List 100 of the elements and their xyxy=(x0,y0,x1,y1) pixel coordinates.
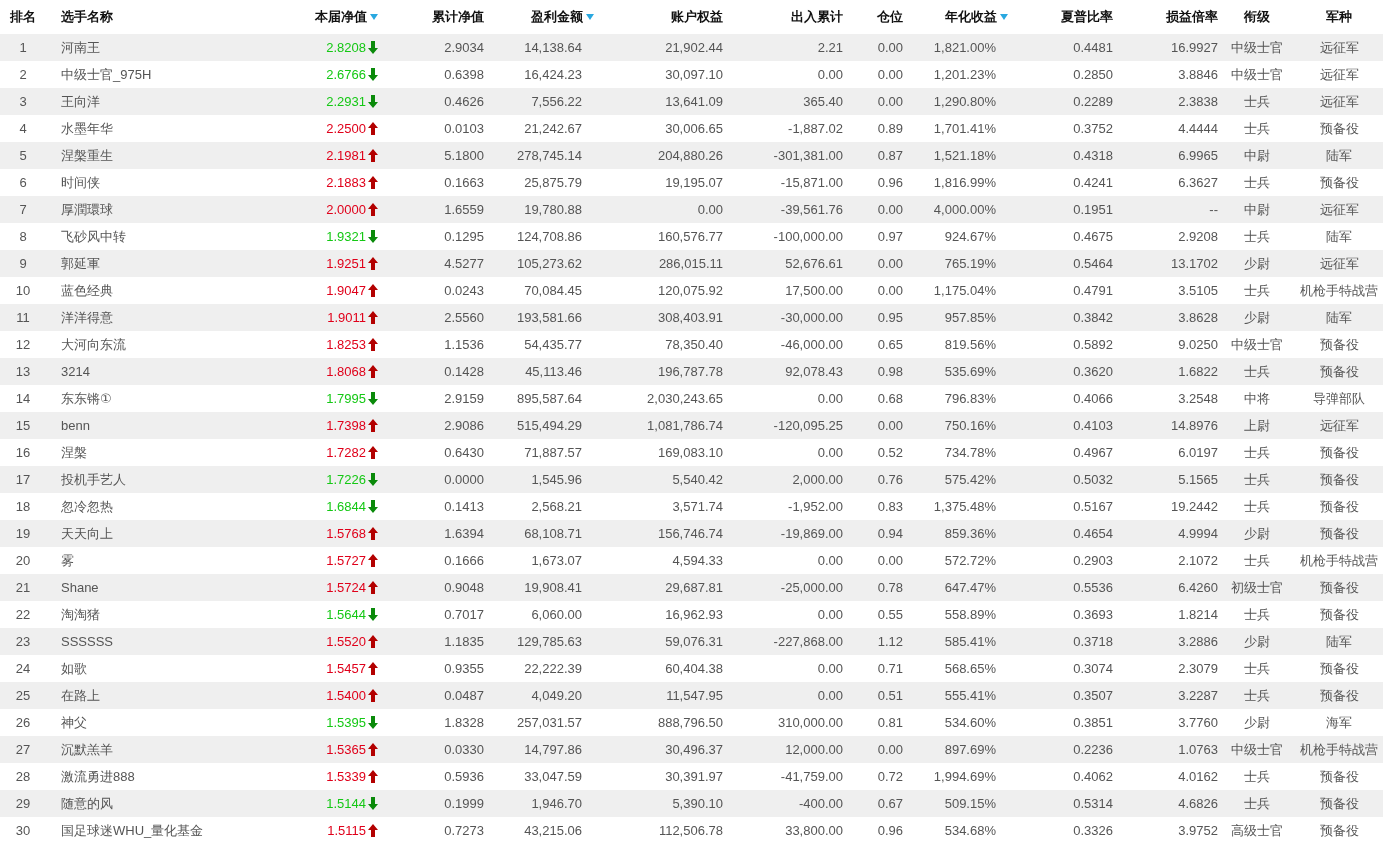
table-cell: 预备役 xyxy=(1319,794,1359,813)
table-cell: 1.5520 xyxy=(326,634,366,649)
table-cell: 27 xyxy=(15,742,31,757)
table-cell: Shane xyxy=(61,580,99,595)
table-cell: 少尉 xyxy=(1243,254,1270,273)
table-cell: 19,195.07 xyxy=(665,175,723,190)
table-cell: 1.5768 xyxy=(326,526,366,541)
table-cell: 2.2500 xyxy=(326,121,366,136)
table-cell: 568.65% xyxy=(944,661,996,676)
column-header: 出入累计 xyxy=(791,8,843,26)
table-cell: 3214 xyxy=(61,364,90,379)
table-cell: 投机手艺人 xyxy=(61,470,126,489)
table-cell: 0.00 xyxy=(877,742,903,757)
table-cell: 2.5560 xyxy=(444,310,484,325)
table-cell: -301,381.00 xyxy=(773,148,843,163)
table-cell: 21,902.44 xyxy=(665,40,723,55)
table-cell: 30,006.65 xyxy=(665,121,723,136)
table-cell: 0.51 xyxy=(877,688,903,703)
table-cell: 高级士官 xyxy=(1230,821,1283,840)
table-cell: 预备役 xyxy=(1319,470,1359,489)
table-cell: 0.4318 xyxy=(1073,148,1113,163)
table-cell: 0.4654 xyxy=(1073,526,1113,541)
table-cell: 海军 xyxy=(1326,713,1352,732)
sort-icon[interactable] xyxy=(586,14,594,20)
table-cell: 365.40 xyxy=(803,94,843,109)
table-cell: 1.5365 xyxy=(326,742,366,757)
table-cell: 1.5724 xyxy=(326,580,366,595)
table-cell: 28 xyxy=(15,769,31,784)
table-cell: 0.4062 xyxy=(1073,769,1113,784)
table-cell: 1.6844 xyxy=(326,499,366,514)
table-cell: 2.3079 xyxy=(1178,661,1218,676)
table-cell: 1,375.48% xyxy=(933,499,996,514)
table-cell: 0.4626 xyxy=(444,94,484,109)
table-cell: 1,816.99% xyxy=(933,175,996,190)
column-header[interactable]: 盈利金额 xyxy=(531,8,583,26)
table-cell: 278,745.14 xyxy=(516,148,582,163)
table-cell: 远征军 xyxy=(1319,38,1359,57)
table-cell: 士兵 xyxy=(1243,362,1270,381)
table-cell: 0.3326 xyxy=(1073,823,1113,838)
table-cell: 少尉 xyxy=(1243,308,1270,327)
table-cell: 陆军 xyxy=(1326,632,1352,651)
table-cell: 0.1413 xyxy=(444,499,484,514)
table-cell: 1.7995 xyxy=(326,391,366,406)
column-header: 仓位 xyxy=(877,8,903,26)
table-cell: 1 xyxy=(19,40,27,55)
table-cell: 1.12 xyxy=(877,634,903,649)
table-cell: 中将 xyxy=(1243,389,1270,408)
table-cell: 随意的风 xyxy=(61,794,113,813)
table-cell: -120,095.25 xyxy=(773,418,843,433)
table-cell: 535.69% xyxy=(944,364,996,379)
table-cell: -30,000.00 xyxy=(780,310,843,325)
table-cell: 0.7273 xyxy=(444,823,484,838)
column-header[interactable]: 本届净值 xyxy=(315,8,367,26)
table-cell: 预备役 xyxy=(1319,362,1359,381)
table-cell: 59,076.31 xyxy=(665,634,723,649)
table-cell: 0.4066 xyxy=(1073,391,1113,406)
table-cell: 4,594.33 xyxy=(672,553,723,568)
table-cell: 0.4675 xyxy=(1073,229,1113,244)
table-cell: 924.67% xyxy=(944,229,996,244)
table-cell: 25 xyxy=(15,688,31,703)
table-cell: 1.9251 xyxy=(326,256,366,271)
table-cell: 飞砂风中转 xyxy=(61,227,126,246)
table-cell: 中级士官 xyxy=(1230,740,1283,759)
table-cell: 神父 xyxy=(61,713,87,732)
table-cell: 555.41% xyxy=(944,688,996,703)
table-cell: 士兵 xyxy=(1243,119,1270,138)
column-header: 衔级 xyxy=(1243,8,1270,26)
table-cell: 8 xyxy=(19,229,27,244)
table-cell: 2,568.21 xyxy=(531,499,582,514)
table-cell: 0.1428 xyxy=(444,364,484,379)
table-cell: 1.8328 xyxy=(444,715,484,730)
table-cell: 750.16% xyxy=(944,418,996,433)
table-cell: 2,030,243.65 xyxy=(647,391,723,406)
table-cell: 2.6766 xyxy=(326,67,366,82)
table-cell: 25,875.79 xyxy=(524,175,582,190)
table-cell: 1,545.96 xyxy=(531,472,582,487)
column-header[interactable]: 年化收益 xyxy=(945,8,997,26)
sort-icon[interactable] xyxy=(1000,14,1008,20)
table-cell: benn xyxy=(61,418,90,433)
table-cell: 2.9086 xyxy=(444,418,484,433)
table-cell: 1.1835 xyxy=(444,634,484,649)
table-cell: 0.9048 xyxy=(444,580,484,595)
table-cell: 2.9159 xyxy=(444,391,484,406)
table-cell: 3.2886 xyxy=(1178,634,1218,649)
sort-icon[interactable] xyxy=(370,14,378,20)
table-cell: 3.8846 xyxy=(1178,67,1218,82)
table-cell: 大河向东流 xyxy=(61,335,126,354)
table-cell: 6,060.00 xyxy=(531,607,582,622)
table-cell: 0.83 xyxy=(877,499,903,514)
table-cell: 5.1565 xyxy=(1178,472,1218,487)
table-cell: 13.1702 xyxy=(1171,256,1218,271)
table-cell: 29,687.81 xyxy=(665,580,723,595)
table-cell: 预备役 xyxy=(1319,524,1359,543)
table-cell: 796.83% xyxy=(944,391,996,406)
table-cell: 预备役 xyxy=(1319,173,1359,192)
table-cell: 1,821.00% xyxy=(933,40,996,55)
table-cell: 1.5457 xyxy=(326,661,366,676)
table-cell: 0.1295 xyxy=(444,229,484,244)
table-cell: 0.81 xyxy=(877,715,903,730)
table-cell: 765.19% xyxy=(944,256,996,271)
